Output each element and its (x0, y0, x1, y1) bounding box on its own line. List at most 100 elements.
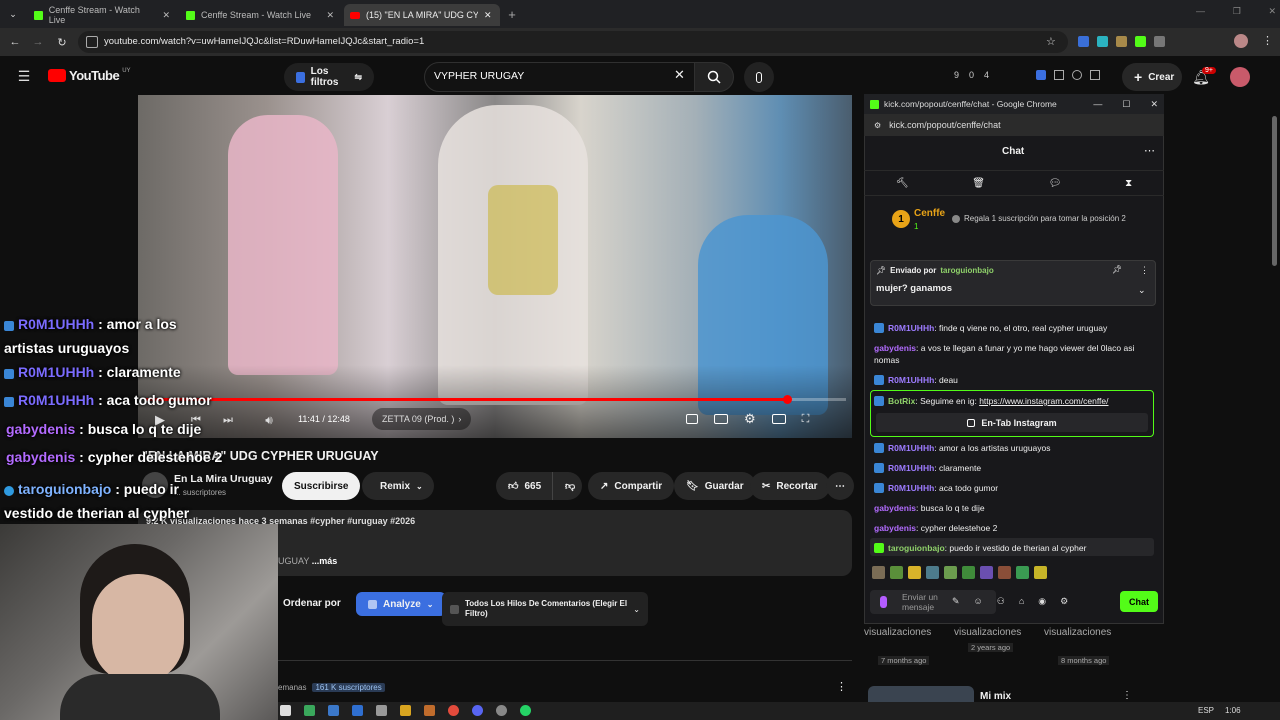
account-avatar[interactable] (1230, 67, 1250, 87)
bot-user[interactable]: BotRix (888, 396, 915, 406)
settings-gear-icon[interactable]: ⚙ (744, 411, 756, 427)
users-icon[interactable]: ⚇ (997, 596, 1005, 607)
subscribe-button[interactable]: Suscribirse (282, 472, 361, 500)
description-more[interactable]: ...más (312, 556, 338, 566)
page-scrollbar[interactable] (1272, 116, 1277, 266)
clip-button[interactable]: ✂ Recortar (750, 472, 830, 500)
store-icon[interactable]: ⌂ (1019, 596, 1024, 607)
send-chat-button[interactable]: Chat (1120, 591, 1158, 612)
more-actions-button[interactable]: ⋯ (826, 472, 854, 500)
youtube-logo[interactable]: YouTube UY (48, 68, 131, 83)
maximize-icon[interactable]: ❐ (1233, 6, 1241, 22)
new-tab-icon[interactable]: + (504, 6, 520, 22)
subscribe-label: Suscribirse (294, 480, 349, 492)
top-gifter-name[interactable]: Cenffe (914, 208, 945, 219)
chat-user[interactable]: R0M1UHHh (888, 323, 934, 333)
chat-user[interactable]: R0M1UHHh (888, 443, 934, 453)
trash-icon[interactable]: 🗑︎ (972, 178, 985, 189)
search-button[interactable] (694, 62, 734, 92)
iq-player-icon[interactable] (686, 414, 698, 424)
tray-language[interactable]: ESP (1198, 706, 1214, 715)
chat-user[interactable]: gabydenis (874, 343, 916, 353)
mix-title[interactable]: Mi mix (980, 691, 1011, 702)
hammer-icon[interactable]: 🔨︎ (896, 178, 909, 189)
comment-threads-dropdown[interactable]: Todos Los Hilos De Comentarios (Elegir E… (442, 592, 648, 626)
url-text[interactable]: youtube.com/watch?v=uwHameIJQJc&list=RDu… (104, 36, 424, 47)
chat-message: taroguionbajo: puedo ir vestido de theri… (874, 542, 1154, 554)
progress-scrubber[interactable] (782, 395, 792, 404)
chat-user[interactable]: R0M1UHHh (888, 463, 934, 473)
hourglass-icon[interactable]: ⧗ (1125, 178, 1132, 189)
minimize-icon[interactable]: — (1196, 6, 1205, 22)
subtitles-icon[interactable] (714, 414, 728, 424)
create-button[interactable]: + Crear (1122, 63, 1182, 91)
dislike-button[interactable]: 👎︎ (552, 472, 582, 500)
chat-options-icon[interactable]: ⋯ (1144, 144, 1155, 157)
minimize-icon[interactable]: — (1093, 99, 1102, 110)
chat-user[interactable]: R0M1UHHh (888, 483, 934, 493)
analyze-button[interactable]: Analyze ⌄ (356, 592, 446, 616)
tab-search-icon[interactable]: ⌄ (6, 6, 20, 22)
clear-search-icon[interactable]: ✕ (674, 67, 685, 83)
next-icon[interactable]: ⏭ (220, 412, 236, 428)
voice-search-button[interactable] (744, 62, 774, 92)
gift-subscription-text[interactable]: Regala 1 suscripción para tomar la posic… (952, 214, 1126, 223)
send-chat-label: Chat (1129, 596, 1149, 607)
bot-link[interactable]: https://www.instagram.com/cenffe/ (979, 396, 1108, 406)
tab-3[interactable]: (15) "EN LA MIRA" UDG CYPHE ✕ (344, 4, 500, 26)
chapter-button[interactable]: ZETTA 09 (Prod. ) › (372, 408, 472, 430)
close-icon[interactable]: ✕ (162, 10, 170, 21)
bubble-icon[interactable]: ◉ (1038, 596, 1046, 607)
tab-1[interactable]: Cenffe Stream - Watch Live ✕ (28, 4, 176, 26)
pinned-more-icon[interactable]: ⋮ (1140, 265, 1149, 276)
share-button[interactable]: ↗ Compartir (588, 472, 675, 500)
maximize-icon[interactable]: ☐ (1122, 99, 1130, 110)
emote-bar[interactable] (872, 566, 1047, 579)
tray-clock[interactable]: 1:06 (1225, 706, 1241, 715)
settings-icon[interactable]: ⚙ (1060, 596, 1068, 607)
unpin-icon[interactable]: 📌︎ (1112, 265, 1122, 274)
sort-by-label[interactable]: Ordenar por (283, 598, 341, 609)
chat-user[interactable]: gabydenis (874, 523, 916, 533)
fullscreen-icon[interactable]: ⛶ (802, 413, 810, 426)
pen-icon[interactable]: ✎ (952, 596, 960, 607)
menu-icon[interactable]: ⋮ (1262, 34, 1273, 47)
instagram-button[interactable]: En-Tab Instagram (876, 413, 1148, 432)
tab-2[interactable]: Cenffe Stream - Watch Live ✕ (180, 4, 340, 26)
bookmark-icon[interactable]: ☆ (1046, 35, 1056, 48)
chat-message: R0M1UHHh: aca todo gumor (874, 482, 1154, 494)
popout-url[interactable]: kick.com/popout/cenffe/chat (889, 120, 1000, 130)
chat-user[interactable]: taroguionbajo (888, 543, 945, 553)
extensions-icons[interactable] (1078, 36, 1198, 48)
profile-avatar[interactable] (1234, 34, 1248, 48)
like-button[interactable]: 👍︎ 665 (496, 472, 552, 500)
chat-user[interactable]: R0M1UHHh (888, 375, 934, 385)
miniplayer-icon[interactable] (771, 414, 786, 424)
close-icon[interactable]: ✕ (326, 10, 334, 21)
emoji-icon[interactable]: ☺ (974, 596, 983, 607)
taskbar-apps[interactable] (280, 705, 531, 716)
close-window-icon[interactable]: ✕ (1268, 6, 1276, 22)
back-icon[interactable]: ← (8, 34, 22, 50)
pinned-expand-icon[interactable]: ⌄ (1138, 285, 1146, 296)
save-button[interactable]: 🔖︎ Guardar (674, 472, 756, 500)
search-input[interactable]: VYPHER URUGAY (434, 70, 524, 82)
hamburger-icon[interactable]: ☰ (16, 68, 32, 84)
close-icon[interactable]: ✕ (1150, 99, 1158, 110)
chat-bubble-icon[interactable]: 💬︎ (1049, 178, 1062, 189)
close-icon[interactable]: ✕ (484, 10, 492, 21)
overlay-line-3: R0M1UHHh : aca todo gumor (4, 392, 212, 408)
filters-button[interactable]: Los filtros ⇋ (284, 63, 374, 91)
video-player[interactable] (138, 95, 852, 438)
site-info-icon[interactable]: ⚙ (874, 121, 881, 130)
chat-user[interactable]: gabydenis (874, 503, 916, 513)
remix-button[interactable]: Remix ⌄ (362, 472, 434, 500)
mix-more-icon[interactable]: ⋮ (1122, 690, 1132, 701)
more-options-icon[interactable]: ⋮ (836, 680, 847, 693)
forward-icon[interactable]: → (31, 34, 45, 50)
reload-icon[interactable]: ↻ (55, 34, 69, 50)
site-info-icon[interactable] (86, 36, 98, 48)
header-ext-icons[interactable] (1036, 70, 1100, 80)
volume-icon[interactable]: 🔊︎ (260, 412, 278, 428)
mic-icon[interactable] (880, 596, 887, 608)
